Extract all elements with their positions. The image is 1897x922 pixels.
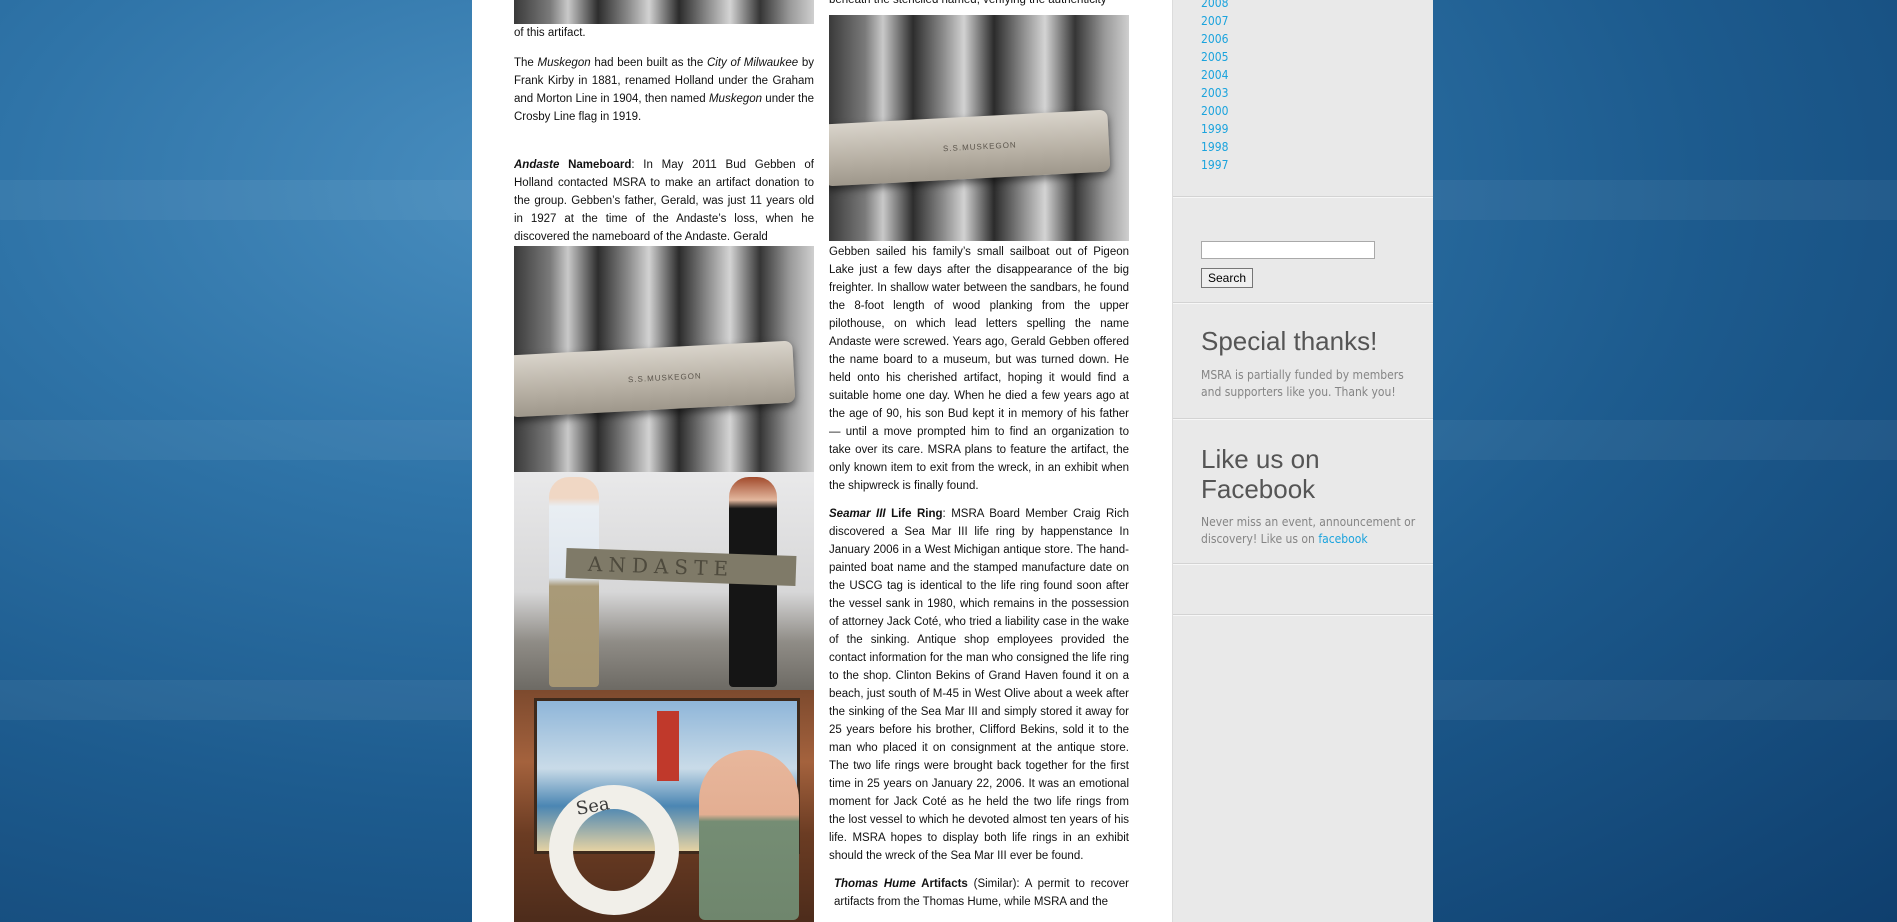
archive-link-2003[interactable]: 2003 <box>1201 84 1228 102</box>
sidebar: 2008 2007 2006 2005 2004 2003 2000 1999 … <box>1172 0 1433 922</box>
craig-rich-figure <box>699 750 799 920</box>
archive-link-2000[interactable]: 2000 <box>1201 102 1228 120</box>
nameboard-letters: ANDASTE <box>587 551 735 581</box>
archive-year-list: 2008 2007 2006 2005 2004 2003 2000 1999 … <box>1201 0 1228 174</box>
archive-link-1999[interactable]: 1999 <box>1201 120 1228 138</box>
sidebar-divider <box>1173 196 1433 198</box>
special-thanks-text: MSRA is partially funded by members and … <box>1201 368 1404 399</box>
andaste-paragraph: Andaste Nameboard: In May 2011 Bud Gebbe… <box>514 159 814 243</box>
seamar-paragraph: Seamar III Life Ring: MSRA Board Member … <box>829 508 1129 862</box>
plank-stencil-text-2: S.S.MUSKEGON <box>942 140 1017 153</box>
archive-link-2005[interactable]: 2005 <box>1201 48 1228 66</box>
life-ring-image <box>549 785 679 915</box>
andaste-continued: Gebben sailed his family’s small sailboa… <box>829 246 1129 492</box>
plank-stencil-text: S.S.MUSKEGON <box>627 371 702 384</box>
left-column: of this artifact. The Muskegon had been … <box>514 0 814 922</box>
archive-link-1998[interactable]: 1998 <box>1201 138 1228 156</box>
muskegon-paragraph: The Muskegon had been built as the City … <box>514 57 814 123</box>
archive-link-2008[interactable]: 2008 <box>1201 0 1228 12</box>
top-photo-crop <box>514 0 814 24</box>
archive-link-2007[interactable]: 2007 <box>1201 12 1228 30</box>
archive-link-2006[interactable]: 2006 <box>1201 30 1228 48</box>
plank-image-2: S.S.MUSKEGON <box>829 109 1111 187</box>
sidebar-divider <box>1173 614 1433 616</box>
page-container: of this artifact. The Muskegon had been … <box>472 0 1433 922</box>
man-figure <box>549 477 599 687</box>
archive-link-1997[interactable]: 1997 <box>1201 156 1228 174</box>
plank-image: S.S.MUSKEGON <box>514 340 796 418</box>
search-input[interactable] <box>1201 241 1375 259</box>
muskegon-plank-photo: S.S.MUSKEGON <box>514 246 814 472</box>
sidebar-divider <box>1173 563 1433 565</box>
sidebar-divider <box>1173 302 1433 304</box>
facebook-widget-title: Like us on Facebook <box>1201 444 1320 504</box>
caption-tail: beneath the stenciled named, verifying t… <box>829 0 1107 6</box>
main-content: of this artifact. The Muskegon had been … <box>514 0 1134 922</box>
archive-link-2004[interactable]: 2004 <box>1201 66 1228 84</box>
sidebar-divider <box>1173 418 1433 420</box>
right-column: beneath the stenciled named, verifying t… <box>829 0 1129 911</box>
hume-paragraph: Thomas Hume Artifacts (Similar): A permi… <box>834 878 1130 908</box>
andaste-nameboard-photo: ANDASTE <box>514 472 814 690</box>
muskegon-plank-photo-2: S.S.MUSKEGON <box>829 15 1129 241</box>
lighthouse-image <box>657 711 679 781</box>
facebook-link[interactable]: facebook <box>1318 532 1367 546</box>
sea-mar-lifering-photo: Sea <box>514 690 814 922</box>
facebook-widget-text: Never miss an event, announcement or dis… <box>1201 515 1416 546</box>
search-button[interactable]: Search <box>1201 268 1254 288</box>
special-thanks-title: Special thanks! <box>1201 326 1378 356</box>
caption-end: of this artifact. <box>514 27 586 39</box>
